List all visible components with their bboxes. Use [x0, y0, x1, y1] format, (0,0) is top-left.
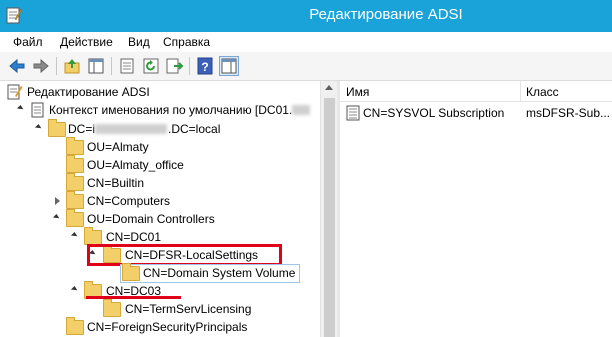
- tree-item[interactable]: CN=Builtin: [0, 173, 320, 192]
- tree-item[interactable]: OU=Domain Controllers: [0, 209, 320, 228]
- tree-item-label: CN=TermServLicensing: [125, 302, 252, 316]
- tree-item[interactable]: OU=Almaty: [0, 137, 320, 156]
- column-header-label: Имя: [346, 85, 370, 99]
- menu-action[interactable]: Действие: [60, 35, 113, 49]
- expand-open-icon[interactable]: [16, 104, 25, 113]
- scroll-up-icon[interactable]: [325, 85, 333, 90]
- toolbar: ?: [0, 52, 612, 81]
- tree-item[interactable]: CN=TermServLicensing: [0, 299, 320, 318]
- tree-item-label: OU=Domain Controllers: [87, 212, 215, 226]
- tree-item[interactable]: CN=Computers: [0, 191, 320, 210]
- properties-icon[interactable]: [118, 57, 136, 75]
- tree-item-label: OU=Almaty_office: [87, 158, 184, 172]
- expand-open-icon[interactable]: [70, 285, 79, 294]
- up-folder-icon[interactable]: [63, 57, 81, 75]
- folder-icon: [66, 317, 84, 335]
- naming-context-icon: [31, 102, 44, 118]
- tree-root-label: Редактирование ADSI: [27, 85, 150, 99]
- tree-naming-context[interactable]: Контекст именования по умолчанию [DC01.: [0, 101, 320, 119]
- list-row-class: msDFSR-Sub...: [526, 106, 611, 120]
- menu-file[interactable]: Файл: [13, 35, 43, 49]
- menu-view[interactable]: Вид: [128, 35, 150, 49]
- list-pane[interactable]: Имя Класс CN=SYSVOL Subscription msDFSR-…: [340, 81, 612, 337]
- back-arrow-icon[interactable]: [8, 57, 26, 75]
- tree-scrollbar[interactable]: [320, 81, 338, 337]
- expand-open-icon[interactable]: [52, 213, 61, 222]
- domain-label-prefix: DC=i: [68, 122, 96, 136]
- object-icon: [346, 105, 360, 121]
- folder-icon: [48, 119, 66, 137]
- toolbar-separator: [111, 57, 112, 75]
- title-bar: Редактирование ADSI: [0, 0, 612, 32]
- folder-icon: [103, 299, 121, 317]
- scroll-thumb[interactable]: [324, 98, 335, 337]
- show-tree-icon[interactable]: [87, 57, 105, 75]
- tree-item-label: CN=Domain System Volume: [143, 266, 296, 280]
- folder-icon: [84, 227, 102, 245]
- tree-item-selected[interactable]: CN=Domain System Volume: [0, 263, 320, 282]
- tree-item-label: CN=Builtin: [87, 176, 145, 190]
- column-header-label: Класс: [526, 85, 559, 99]
- naming-context-label: Контекст именования по умолчанию [DC01.: [49, 103, 293, 117]
- tree-item[interactable]: OU=Almaty_office: [0, 155, 320, 174]
- refresh-icon[interactable]: [142, 57, 160, 75]
- export-list-icon[interactable]: [165, 57, 183, 75]
- forward-arrow-icon[interactable]: [32, 57, 50, 75]
- tree-item-label: CN=Computers: [87, 194, 171, 208]
- tree-root[interactable]: Редактирование ADSI: [0, 83, 320, 101]
- tree-pane[interactable]: Редактирование ADSI Контекст именования …: [0, 81, 320, 337]
- tree-domain[interactable]: DC=i .DC=local: [0, 119, 320, 138]
- annotation-underline: [86, 296, 181, 299]
- tree-item-label: CN=ForeignSecurityPrincipals: [87, 320, 248, 334]
- redacted-area: [292, 105, 310, 115]
- tree-item-label: CN=DC01: [106, 230, 162, 244]
- toolbar-separator: [189, 57, 190, 75]
- menu-help[interactable]: Справка: [163, 35, 210, 49]
- svg-text:?: ?: [201, 60, 208, 74]
- column-header-name[interactable]: Имя: [340, 81, 521, 102]
- toolbar-separator: [56, 57, 57, 75]
- folder-icon: [66, 173, 84, 191]
- list-row[interactable]: CN=SYSVOL Subscription msDFSR-Sub...: [340, 104, 612, 122]
- tree-item[interactable]: CN=ForeignSecurityPrincipals: [0, 317, 320, 336]
- folder-icon: [122, 263, 140, 281]
- help-icon[interactable]: ?: [196, 57, 214, 75]
- expand-open-icon[interactable]: [34, 123, 43, 132]
- menu-bar: Файл Действие Вид Справка: [0, 32, 612, 52]
- folder-icon: [66, 209, 84, 227]
- folder-icon: [66, 191, 84, 209]
- action-pane-icon[interactable]: [219, 56, 239, 76]
- column-header-class[interactable]: Класс: [521, 81, 612, 102]
- tree-item-label: OU=Almaty: [87, 140, 149, 154]
- expand-open-icon[interactable]: [70, 231, 79, 240]
- annotation-box: [87, 244, 282, 266]
- folder-icon: [66, 155, 84, 173]
- domain-label-suffix: .DC=local: [168, 122, 221, 136]
- window-title: Редактирование ADSI: [309, 6, 463, 23]
- adsi-edit-icon: [7, 84, 23, 100]
- folder-icon: [66, 137, 84, 155]
- list-row-name: CN=SYSVOL Subscription: [363, 106, 505, 120]
- expand-closed-icon[interactable]: [55, 197, 60, 205]
- redacted-area: [95, 124, 167, 134]
